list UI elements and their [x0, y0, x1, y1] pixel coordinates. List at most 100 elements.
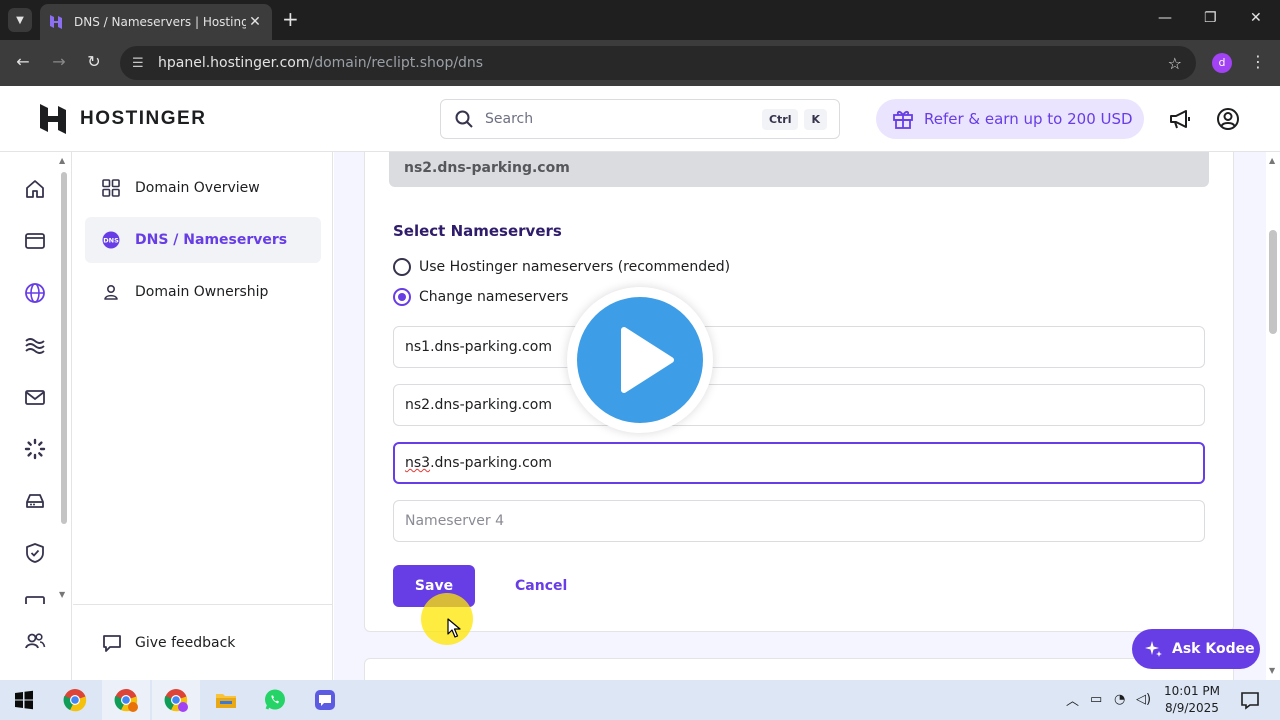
- minimize-icon[interactable]: —: [1158, 10, 1172, 26]
- next-card: [364, 658, 1234, 680]
- rail-scrollbar[interactable]: [61, 172, 67, 524]
- person-icon: [104, 284, 118, 300]
- nameserver-3-field[interactable]: ns3.dns-parking.com: [393, 442, 1205, 484]
- rail-scroll-up-icon[interactable]: ▲: [59, 156, 65, 165]
- domain-side-menu: Domain Overview DNS DNS / Nameservers Do…: [73, 152, 333, 680]
- nameserver-2-field[interactable]: ns2.dns-parking.com: [393, 384, 1205, 426]
- websites-icon[interactable]: [24, 230, 46, 252]
- refer-earn-label: Refer & earn up to 200 USD: [924, 110, 1133, 128]
- mouse-pointer-icon: [447, 618, 461, 638]
- ask-kodee-button[interactable]: Ask Kodee: [1132, 629, 1260, 669]
- tab-title: DNS / Nameservers | Hostinger: [74, 15, 246, 29]
- chrome-profile-2-icon[interactable]: [162, 686, 190, 714]
- domains-globe-icon[interactable]: [24, 282, 46, 304]
- sidebar-item-label: Domain Overview: [135, 180, 260, 196]
- tab-close-icon[interactable]: ✕: [246, 14, 264, 30]
- loading-spinner-icon[interactable]: [24, 438, 46, 460]
- system-clock[interactable]: 10:01 PM 8/9/2025: [1158, 683, 1226, 717]
- ask-kodee-label: Ask Kodee: [1172, 641, 1255, 657]
- tray-chevron-icon[interactable]: ︿: [1066, 690, 1079, 709]
- whatsapp-icon[interactable]: [261, 686, 289, 714]
- nameserver-1-field[interactable]: ns1.dns-parking.com: [393, 326, 1205, 368]
- rail-scroll-down-icon[interactable]: ▼: [59, 590, 65, 599]
- chat-app-icon[interactable]: [311, 686, 339, 714]
- address-bar[interactable]: ☰ hpanel.hostinger.com/domain/reclipt.sh…: [120, 46, 1196, 80]
- search-placeholder: Search: [485, 111, 534, 127]
- reload-icon[interactable]: ↻: [83, 52, 105, 71]
- svg-text:DNS: DNS: [103, 237, 119, 245]
- billing-icon[interactable]: [24, 594, 46, 604]
- site-info-icon[interactable]: ☰: [132, 56, 152, 71]
- select-nameservers-title: Select Nameservers: [393, 222, 562, 240]
- security-shield-icon[interactable]: [24, 542, 46, 564]
- scrollbar-thumb[interactable]: [1269, 230, 1277, 334]
- restore-icon[interactable]: ❐: [1204, 10, 1217, 26]
- clock-time: 10:01 PM: [1164, 684, 1220, 698]
- shortcut-k: K: [804, 108, 827, 130]
- sidebar-item-domain-ownership[interactable]: Domain Ownership: [85, 269, 321, 315]
- sidebar-item-label: DNS / Nameservers: [135, 232, 288, 248]
- search-box[interactable]: Search Ctrl K: [440, 99, 840, 139]
- nameserver-4-field[interactable]: Nameserver 4: [393, 500, 1205, 542]
- file-explorer-icon[interactable]: [212, 686, 240, 714]
- scroll-down-icon[interactable]: ▼: [1269, 666, 1275, 675]
- browser-tab[interactable]: DNS / Nameservers | Hostinger ✕: [40, 4, 272, 40]
- browser-menu-icon[interactable]: ⋮: [1250, 52, 1266, 71]
- team-members-icon[interactable]: [24, 630, 46, 652]
- dns-icon: DNS: [102, 231, 120, 249]
- kodee-sparkle-icon: [1145, 641, 1162, 657]
- radio-hostinger-nameservers[interactable]: Use Hostinger nameservers (recommended): [393, 258, 730, 276]
- shortcut-ctrl: Ctrl: [761, 108, 799, 130]
- search-icon: [455, 110, 473, 128]
- bookmark-star-icon[interactable]: ☆: [1168, 54, 1182, 73]
- play-icon: [621, 327, 674, 393]
- hostinger-logo-icon: [40, 104, 66, 134]
- cancel-button[interactable]: Cancel: [515, 565, 567, 607]
- vps-server-icon[interactable]: [24, 490, 46, 512]
- current-nameserver-2: ns2.dns-parking.com: [389, 152, 1209, 187]
- brand-name: HOSTINGER: [80, 108, 207, 129]
- grid-icon: [102, 179, 120, 197]
- new-tab-icon[interactable]: +: [282, 9, 299, 29]
- volume-icon[interactable]: ◁): [1136, 692, 1151, 707]
- back-icon[interactable]: ←: [12, 52, 34, 71]
- refer-earn-button[interactable]: Refer & earn up to 200 USD: [876, 99, 1144, 139]
- video-play-button[interactable]: [567, 287, 713, 433]
- radio-button-selected[interactable]: [393, 288, 411, 306]
- scroll-up-icon[interactable]: ▲: [1269, 156, 1275, 165]
- spellcheck-word: ns3: [405, 455, 431, 471]
- radio-label: Change nameservers: [419, 289, 569, 305]
- give-feedback-button[interactable]: Give feedback: [73, 604, 332, 680]
- url-text[interactable]: hpanel.hostinger.com/domain/reclipt.shop…: [158, 55, 1168, 71]
- chrome-profile-icon[interactable]: [112, 686, 140, 714]
- sidebar-item-dns-nameservers[interactable]: DNS DNS / Nameservers: [85, 217, 321, 263]
- email-icon[interactable]: [24, 386, 46, 408]
- window-close-icon[interactable]: ✕: [1250, 10, 1262, 26]
- browser-toolbar: ← → ↻ ☰ hpanel.hostinger.com/domain/recl…: [0, 40, 1280, 86]
- home-icon[interactable]: [24, 178, 46, 200]
- give-feedback-label: Give feedback: [135, 634, 236, 651]
- hostinger-logo[interactable]: HOSTINGER: [40, 104, 206, 134]
- forward-icon[interactable]: →: [48, 52, 70, 71]
- gift-icon: [893, 110, 913, 129]
- windows-start-icon[interactable]: [10, 686, 38, 714]
- megaphone-icon[interactable]: [1168, 107, 1192, 131]
- tab-search-chevron-icon[interactable]: ▼: [8, 8, 32, 32]
- page-scrollbar[interactable]: ▲ ▼: [1266, 152, 1280, 680]
- sidebar-item-domain-overview[interactable]: Domain Overview: [85, 165, 321, 211]
- nameservers-card: ns2.dns-parking.com Select Nameservers U…: [364, 152, 1234, 632]
- radio-button[interactable]: [393, 258, 411, 276]
- hostinger-favicon-icon: [50, 15, 62, 29]
- sidebar-item-label: Domain Ownership: [135, 284, 269, 300]
- profile-avatar[interactable]: d: [1212, 53, 1232, 73]
- notifications-icon[interactable]: [1236, 686, 1264, 714]
- chrome-icon[interactable]: [61, 686, 89, 714]
- wifi-icon[interactable]: ◔: [1114, 692, 1125, 707]
- app-header: HOSTINGER Search Ctrl K Refer & earn up …: [0, 86, 1280, 152]
- feedback-chat-icon: [103, 634, 121, 652]
- browser-tab-bar: ▼ DNS / Nameservers | Hostinger ✕ + — ❐ …: [0, 0, 1280, 40]
- horizons-icon[interactable]: [24, 334, 46, 356]
- radio-change-nameservers[interactable]: Change nameservers: [393, 288, 568, 306]
- account-icon[interactable]: [1216, 107, 1240, 131]
- battery-icon[interactable]: ▭: [1090, 692, 1102, 707]
